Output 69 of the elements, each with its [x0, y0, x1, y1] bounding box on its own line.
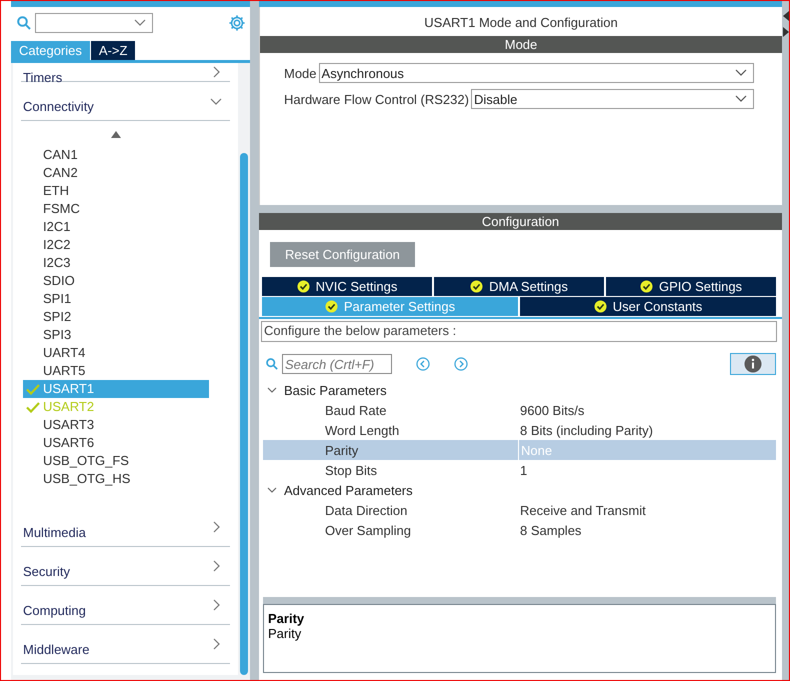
sort-up-icon[interactable]	[111, 131, 121, 138]
parameter-row[interactable]: Stop Bits 1	[263, 460, 776, 480]
field-label: Mode	[284, 66, 317, 80]
scrollbar[interactable]	[240, 153, 248, 675]
category-header[interactable]: Middleware	[21, 625, 230, 664]
peripheral-item[interactable]: I2C3	[23, 254, 209, 272]
peripheral-item[interactable]: SPI1	[23, 290, 209, 308]
parameter-group[interactable]: Advanced Parameters	[263, 480, 776, 500]
settings-tab[interactable]: GPIO Settings	[606, 277, 776, 296]
parameter-row[interactable]: Parity None	[263, 440, 776, 460]
category-header[interactable]: Computing	[21, 586, 230, 625]
search-combo[interactable]	[35, 13, 153, 33]
panel-title: USART1 Mode and Configuration	[423, 14, 619, 32]
settings-tab[interactable]: User Constants	[520, 297, 776, 316]
check-circle-icon	[324, 300, 338, 313]
parameter-row[interactable]: Over Sampling 8 Samples	[263, 520, 776, 540]
check-circle-icon	[296, 280, 310, 293]
peripheral-item[interactable]: SPI3	[23, 326, 209, 344]
peripheral-item[interactable]: I2C1	[23, 218, 209, 236]
peripheral-item[interactable]: USART3	[23, 416, 209, 434]
previous-icon[interactable]	[416, 357, 430, 371]
peripheral-item[interactable]: SPI2	[23, 308, 209, 326]
peripheral-item[interactable]: USART6	[23, 434, 209, 452]
peripheral-item[interactable]: ETH	[23, 182, 209, 200]
peripheral-item[interactable]: FSMC	[23, 200, 209, 218]
category-header[interactable]: Connectivity	[21, 82, 230, 121]
category-tab[interactable]: A->Z	[90, 41, 136, 60]
caret-icon	[735, 69, 747, 77]
category-header[interactable]: Multimedia	[21, 508, 230, 547]
peripheral-item[interactable]: SDIO	[23, 272, 209, 290]
peripheral-item[interactable]: UART5	[23, 362, 209, 380]
mode-dropdown[interactable]: Disable	[470, 89, 754, 109]
settings-icon[interactable]	[228, 14, 246, 32]
chevron-down-icon	[267, 485, 277, 495]
category-header[interactable]: Security	[21, 547, 230, 586]
check-circle-icon	[594, 300, 607, 313]
parameter-group[interactable]: Basic Parameters	[263, 380, 776, 400]
search-icon	[266, 358, 278, 370]
category-header[interactable]: Timers	[21, 63, 230, 82]
description-text: Parity	[268, 626, 302, 641]
caret-icon	[735, 95, 747, 103]
peripheral-item[interactable]: CAN1	[23, 146, 209, 164]
chevron-down-icon	[267, 385, 277, 395]
settings-tab[interactable]: DMA Settings	[434, 277, 604, 296]
hint-text: Configure the below parameters :	[261, 321, 777, 342]
parameter-row[interactable]: Word Length 8 Bits (including Parity)	[263, 420, 776, 440]
parameter-row[interactable]: Data Direction Receive and Transmit	[263, 500, 776, 520]
check-circle-icon	[470, 280, 484, 293]
section-header: Mode	[260, 36, 782, 53]
info-icon	[744, 355, 762, 373]
parameter-row[interactable]: Baud Rate 9600 Bits/s	[263, 400, 776, 420]
field-label: Hardware Flow Control (RS232)	[284, 92, 469, 106]
search-icon[interactable]	[17, 16, 31, 30]
caret-icon	[134, 19, 146, 27]
next-icon[interactable]	[454, 357, 468, 371]
peripheral-item[interactable]: CAN2	[23, 164, 209, 182]
check-icon	[26, 402, 40, 412]
settings-tab[interactable]: NVIC Settings	[262, 277, 432, 296]
check-circle-icon	[640, 280, 653, 293]
peripheral-item[interactable]: UART4	[23, 344, 209, 362]
info-button[interactable]	[730, 353, 776, 375]
peripheral-item[interactable]: USB_OTG_FS	[23, 452, 209, 470]
check-icon	[26, 384, 40, 394]
peripheral-item[interactable]: USB_OTG_HS	[23, 470, 209, 488]
description-title: Parity	[268, 611, 306, 626]
search-field[interactable]: Search (Crtl+F)	[282, 354, 392, 374]
section-header: Configuration	[259, 213, 782, 230]
peripheral-item[interactable]: I2C2	[23, 236, 209, 254]
mode-dropdown[interactable]: Asynchronous	[318, 63, 754, 83]
